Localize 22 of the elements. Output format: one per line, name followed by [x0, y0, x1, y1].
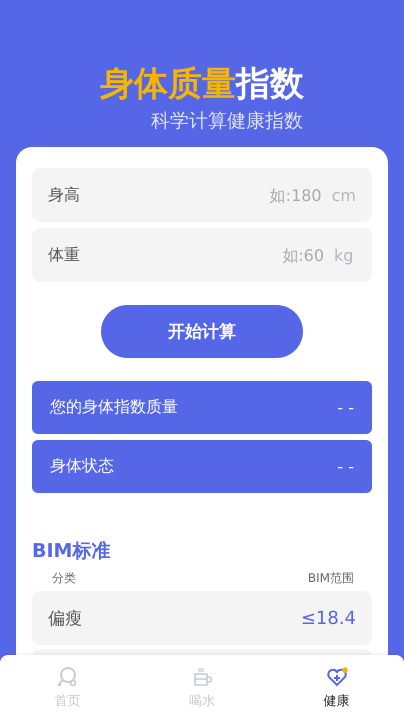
- value-input[interactable]: 如:60: [80, 244, 326, 266]
- input-field[interactable]: 体重 如:60 kg: [32, 228, 372, 282]
- unit-label: kg: [334, 246, 354, 264]
- column-header: BIM范围: [308, 570, 354, 587]
- result-label: 身体状态: [50, 456, 114, 477]
- result-label: 您的身体指数质量: [50, 397, 178, 418]
- value-input[interactable]: 如:180: [80, 184, 324, 206]
- field-label: 体重: [48, 244, 80, 266]
- page-title: 身体质量指数: [100, 63, 304, 106]
- range-text: ≤18.4: [300, 608, 356, 628]
- result-value: - -: [337, 398, 354, 417]
- category-text: 偏瘦: [48, 608, 82, 630]
- section-title: BIM标准: [32, 539, 112, 564]
- result-value: - -: [337, 457, 354, 476]
- page-subtitle: 科学计算健康指数: [150, 109, 303, 134]
- heart-plus-icon: [324, 665, 349, 689]
- field-label: 身高: [48, 184, 80, 206]
- input-field[interactable]: 身高 如:180 cm: [32, 168, 372, 222]
- unit-label: cm: [332, 186, 356, 204]
- column-header: 分类: [52, 570, 76, 587]
- tab[interactable]: 健康: [296, 665, 377, 710]
- calculate-button[interactable]: 开始计算: [101, 305, 303, 358]
